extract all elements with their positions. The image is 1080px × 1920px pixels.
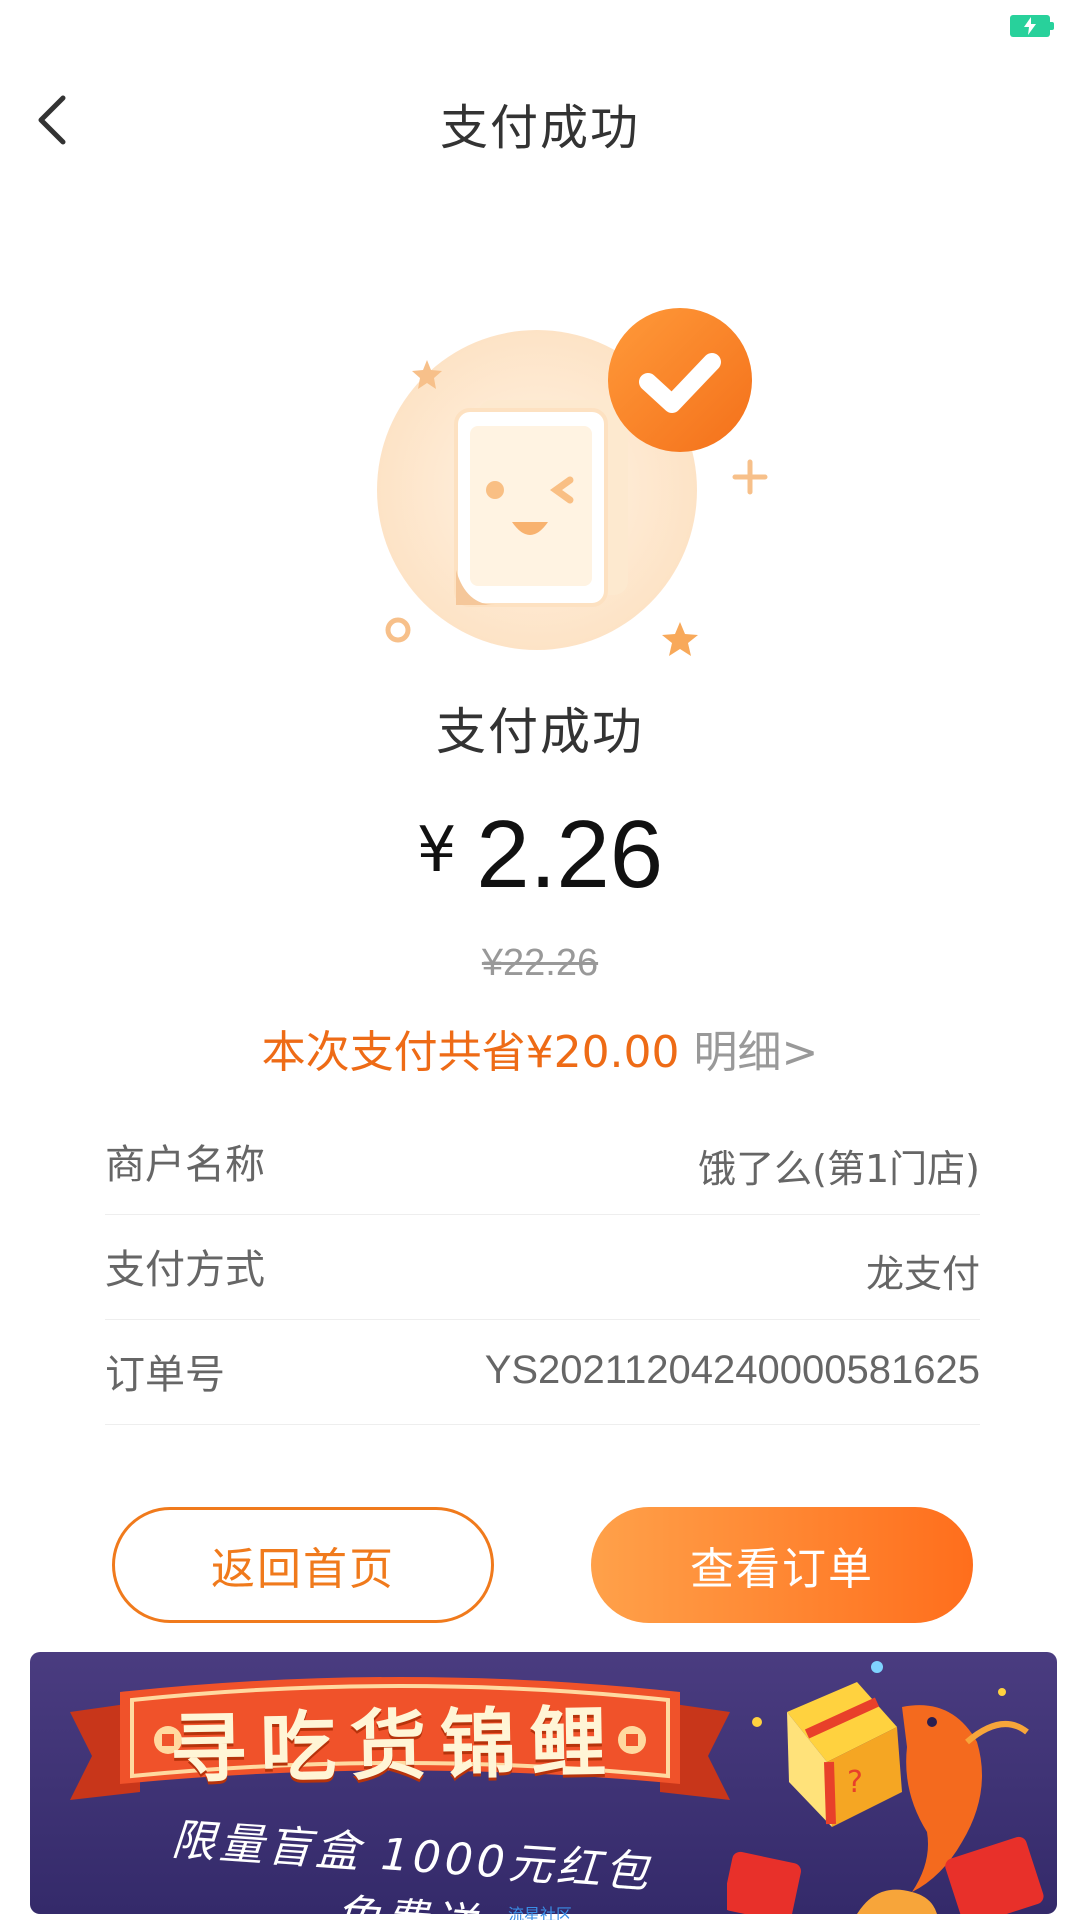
battery-charging-icon	[1010, 15, 1054, 37]
nav-bar: 支付成功	[0, 60, 1080, 180]
info-row-method: 支付方式 龙支付	[105, 1215, 980, 1320]
savings-line: 本次支付共省¥20.00 明细>	[0, 1016, 1080, 1080]
back-home-button[interactable]: 返回首页	[112, 1507, 494, 1623]
savings-text: 本次支付共省¥20.00	[261, 1027, 680, 1078]
info-row-merchant: 商户名称 饿了么(第1门店)	[105, 1110, 980, 1215]
savings-detail-link[interactable]: 明细>	[694, 1027, 819, 1078]
view-order-button[interactable]: 查看订单	[591, 1507, 973, 1623]
info-value: 饿了么(第1门店)	[698, 1147, 980, 1191]
svg-text:?: ?	[847, 1765, 863, 1800]
watermark: 流星社区	[507, 1905, 572, 1920]
original-price: ¥22.26	[481, 942, 599, 984]
info-row-order-number: 订单号 YS20211204240000581625	[105, 1320, 980, 1425]
page-title: 支付成功	[439, 100, 640, 156]
amount-value: 2.26	[476, 801, 664, 908]
info-label: 商户名称	[105, 1142, 265, 1188]
info-value: 龙支付	[865, 1252, 980, 1296]
promo-banner[interactable]: 寻吃货锦鲤 限量盲盒 1000元红包免费送 ?	[30, 1652, 1057, 1914]
currency-symbol: ¥	[416, 813, 457, 886]
banner-headline: 寻吃货锦鲤	[169, 1697, 621, 1794]
payment-info-list: 商户名称 饿了么(第1门店) 支付方式 龙支付 订单号 YS2021120424…	[105, 1110, 980, 1425]
koi-giftbox-art: ?	[727, 1661, 1044, 1914]
payment-amount: ¥2.26	[0, 800, 1080, 910]
banner-subtitle: 限量盲盒 1000元红包免费送	[169, 1814, 655, 1914]
info-label: 订单号	[105, 1352, 225, 1398]
gift-box-icon: ?	[787, 1682, 902, 1827]
payment-success-illustration	[370, 300, 770, 660]
info-label: 支付方式	[105, 1247, 265, 1293]
status-bar	[0, 0, 1080, 52]
info-value: YS20211204240000581625	[484, 1348, 980, 1392]
success-title: 支付成功	[436, 703, 644, 761]
